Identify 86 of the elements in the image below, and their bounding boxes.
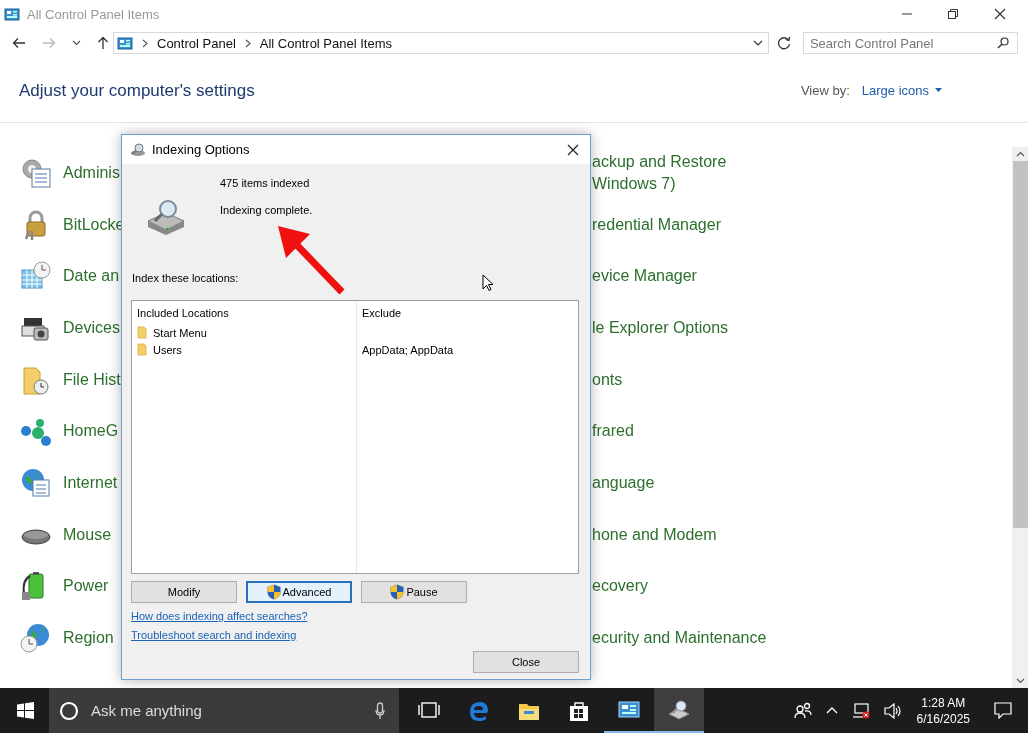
control-panel-link[interactable]: hone and Modem xyxy=(592,523,717,546)
control-panel-link[interactable]: Adminis xyxy=(63,161,120,184)
magnifier-drive-icon[interactable] xyxy=(668,698,690,721)
control-panel-link[interactable]: Power xyxy=(63,575,109,598)
indexing-status: Indexing complete. xyxy=(220,204,313,216)
taskbar-app-button[interactable] xyxy=(654,688,704,733)
close-button[interactable]: Close xyxy=(473,651,579,673)
notification-icon[interactable] xyxy=(994,702,1012,719)
dialog-button[interactable]: Advanced xyxy=(246,581,352,603)
search-icon xyxy=(997,37,1009,49)
scroll-up-icon xyxy=(1015,151,1025,157)
chevron-down-icon[interactable] xyxy=(752,40,763,46)
network-error-icon[interactable] xyxy=(851,702,870,719)
people-icon[interactable] xyxy=(793,701,812,720)
cortana-circle-icon xyxy=(59,700,79,721)
up-arrow-icon[interactable] xyxy=(97,36,109,50)
control-panel-link[interactable]: onts xyxy=(592,368,623,391)
control-panel-icon xyxy=(4,6,20,22)
restore-icon[interactable] xyxy=(948,9,958,19)
scrollbar[interactable] xyxy=(1012,147,1028,688)
help-link[interactable]: Troubleshoot search and indexing xyxy=(131,629,297,641)
location-name[interactable]: Start Menu xyxy=(153,326,207,339)
taskbar-search-bar[interactable]: Ask me anything xyxy=(49,688,399,733)
globe-clock-icon[interactable] xyxy=(20,622,52,655)
control-panel-link[interactable]: ecovery xyxy=(592,575,649,598)
control-panel-link[interactable]: ecurity and Maintenance xyxy=(592,627,767,650)
close-icon[interactable] xyxy=(567,143,579,156)
control-panel-link[interactable]: evice Manager xyxy=(592,265,697,288)
magnifier-drive-icon xyxy=(130,142,146,157)
control-panel-link[interactable]: frared xyxy=(592,420,634,443)
caret-icon xyxy=(935,88,942,92)
refresh-icon[interactable] xyxy=(776,36,791,50)
windows-logo-icon[interactable] xyxy=(17,702,34,719)
scroll-down-icon xyxy=(1015,678,1025,684)
dialog-button[interactable]: Modify xyxy=(131,581,237,603)
control-panel-link[interactable]: Internet xyxy=(63,471,118,494)
help-link[interactable]: How does indexing affect searches? xyxy=(131,610,308,622)
dialog-button[interactable]: Pause xyxy=(361,581,467,603)
breadcrumb[interactable]: Control Panel xyxy=(157,35,236,51)
control-panel-link[interactable]: Devices xyxy=(63,316,120,339)
view-by-label: View by: xyxy=(800,82,850,98)
dialog-title: Indexing Options xyxy=(152,142,250,157)
control-panel-link[interactable]: le Explorer Options xyxy=(592,316,729,339)
speaker-icon[interactable] xyxy=(883,702,902,719)
folder-icon xyxy=(137,326,147,339)
microphone-icon xyxy=(375,701,385,720)
exclude-value: AppData; AppData xyxy=(362,343,454,356)
chevron-right-icon xyxy=(142,38,148,48)
control-panel-link[interactable]: HomeG xyxy=(63,420,119,443)
control-panel-link[interactable]: Windows 7) xyxy=(592,172,727,195)
column-header: Exclude xyxy=(362,306,403,321)
search-input[interactable]: Ask me anything xyxy=(91,702,363,719)
control-panel-link[interactable]: ackup and Restore xyxy=(592,150,727,173)
column-header: Included Locations xyxy=(137,306,230,321)
gear-checklist-icon[interactable] xyxy=(20,156,52,189)
window-title: All Control Panel Items xyxy=(27,6,160,22)
control-panel-link[interactable]: anguage xyxy=(592,471,655,494)
locations-label: Index these locations: xyxy=(132,272,239,284)
address-bar[interactable]: Control Panel All Control Panel Items xyxy=(113,32,769,54)
control-panel-link[interactable]: Mouse xyxy=(63,523,112,546)
items-indexed-count: 475 items indexed xyxy=(220,177,311,189)
globe-checklist-icon[interactable] xyxy=(20,466,52,499)
close-icon[interactable] xyxy=(994,8,1006,20)
control-panel-link[interactable]: redential Manager xyxy=(592,213,721,236)
folder-icon xyxy=(137,343,147,356)
browser-e-icon[interactable] xyxy=(468,699,490,722)
scrollbar-thumb[interactable] xyxy=(1012,161,1028,528)
control-panel-icon[interactable] xyxy=(618,698,640,721)
chevron-up-icon[interactable] xyxy=(825,707,838,714)
control-panel-link[interactable]: Region xyxy=(63,627,114,650)
chevron-right-icon xyxy=(244,38,251,48)
search-input[interactable]: Search Control Panel xyxy=(809,35,997,51)
clock[interactable]: 1:28 AM 6/16/2025 xyxy=(916,694,970,727)
chevron-down-icon[interactable] xyxy=(72,40,81,46)
shopping-bag-icon[interactable] xyxy=(568,699,590,722)
search-box[interactable]: Search Control Panel xyxy=(802,32,1018,54)
view-mode-dropdown[interactable]: Large icons xyxy=(861,82,942,98)
page-heading: Adjust your computer's settings xyxy=(19,81,255,101)
control-panel-link[interactable]: File Hist xyxy=(63,368,121,391)
mouse-pointer-icon xyxy=(482,274,493,291)
drive-magnifier-icon xyxy=(146,199,186,235)
control-panel-icon xyxy=(117,35,133,51)
back-arrow-icon[interactable] xyxy=(12,37,26,49)
control-panel-link[interactable]: Date an xyxy=(63,265,120,288)
breadcrumb[interactable]: All Control Panel Items xyxy=(259,35,392,51)
location-name[interactable]: Users xyxy=(153,343,182,356)
